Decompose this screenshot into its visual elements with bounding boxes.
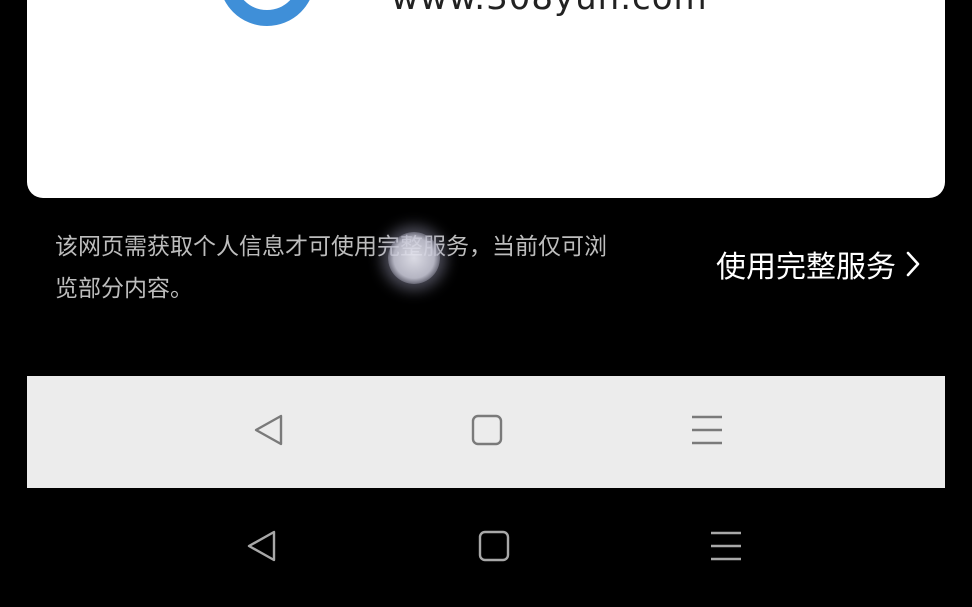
inner-menu-button[interactable] [687, 412, 727, 452]
three-lines-menu-icon [691, 414, 723, 450]
square-home-icon [471, 414, 503, 450]
system-back-button[interactable] [242, 528, 282, 568]
site-url-text: www.308yun.com [391, 0, 708, 18]
inner-home-button[interactable] [467, 412, 507, 452]
chevron-right-icon [906, 251, 920, 277]
screen: www.308yun.com 该网页需获取个人信息才可使用完整服务，当前仅可浏览… [0, 0, 972, 607]
system-navigation-bar [0, 488, 972, 607]
triangle-back-icon [245, 529, 279, 567]
privacy-notice-text: 该网页需获取个人信息才可使用完整服务，当前仅可浏览部分内容。 [55, 234, 607, 302]
use-full-service-button[interactable]: 使用完整服务 [716, 242, 920, 286]
triangle-back-icon [252, 413, 286, 451]
webpage-card: www.308yun.com [27, 0, 945, 198]
use-full-service-label: 使用完整服务 [716, 250, 896, 285]
inner-back-button[interactable] [249, 412, 289, 452]
site-logo-icon [219, 0, 315, 26]
inner-navigation-bar [27, 376, 945, 488]
three-lines-menu-icon [710, 530, 742, 566]
square-home-icon [478, 530, 510, 566]
touch-indicator [388, 232, 440, 284]
system-home-button[interactable] [474, 528, 514, 568]
system-menu-button[interactable] [706, 528, 746, 568]
